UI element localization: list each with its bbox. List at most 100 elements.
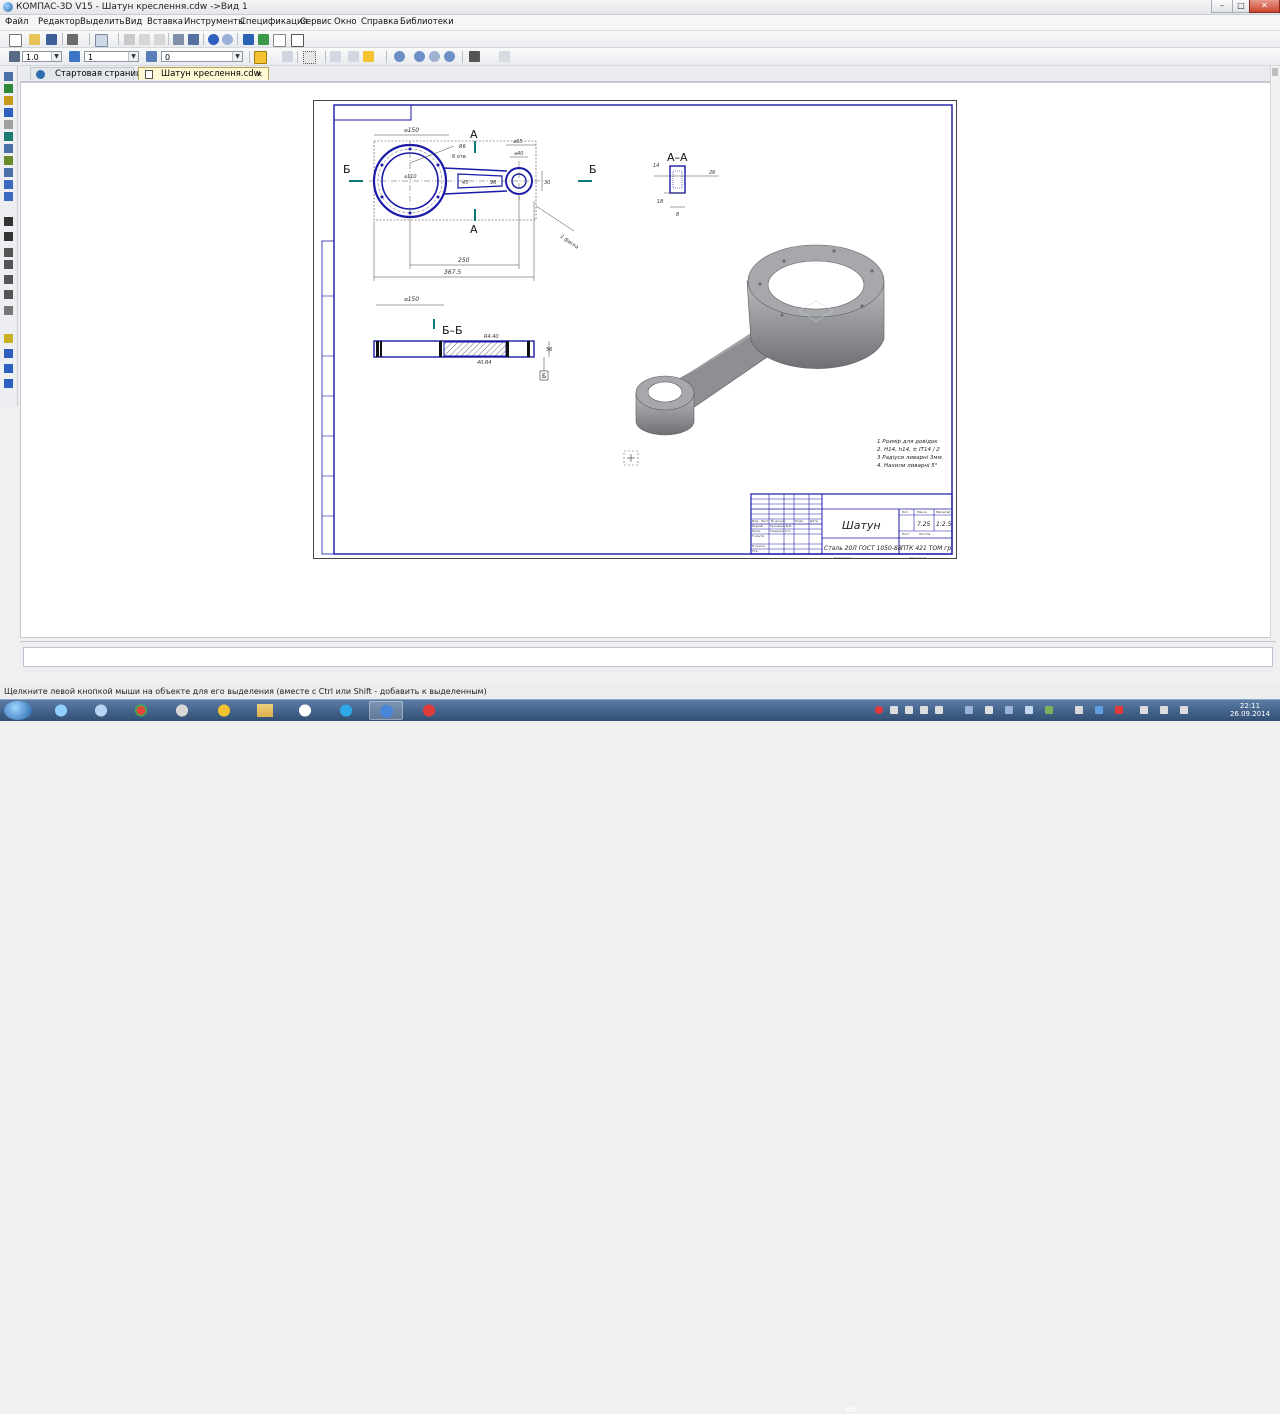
autocad-icon[interactable] bbox=[288, 701, 322, 720]
letter-tool-icon[interactable] bbox=[4, 275, 13, 284]
tab-drawing[interactable]: Шатун креслення.cdw ✕ bbox=[138, 67, 269, 80]
menu-help[interactable]: Справка bbox=[361, 17, 398, 28]
tray-icon[interactable] bbox=[1025, 706, 1033, 714]
angle-tool-icon[interactable] bbox=[4, 248, 13, 257]
help-pointer-icon[interactable] bbox=[291, 34, 304, 47]
tray-icon[interactable] bbox=[905, 706, 913, 714]
kompas-app-icon[interactable] bbox=[3, 2, 13, 12]
menu-insert[interactable]: Вставка bbox=[147, 17, 183, 28]
cursor-step-icon[interactable] bbox=[9, 51, 20, 62]
fx-icon[interactable] bbox=[273, 34, 286, 47]
norton-icon[interactable] bbox=[207, 701, 241, 720]
menu-specification[interactable]: Спецификация bbox=[240, 17, 308, 28]
menu-select[interactable]: Выделить bbox=[80, 17, 125, 28]
tray-icon[interactable] bbox=[935, 706, 943, 714]
close-tab-icon[interactable]: ✕ bbox=[256, 68, 263, 81]
tray-icon[interactable] bbox=[1045, 706, 1053, 714]
drawing-sheet[interactable]: ⌀150 R6 6 отв. ⌀110 ⌀65 ⌀40 30 45 96 1 ф… bbox=[313, 100, 957, 560]
tray-icon[interactable] bbox=[985, 706, 993, 714]
size-tool-icon[interactable] bbox=[4, 84, 13, 93]
table-tool-icon[interactable] bbox=[4, 232, 13, 241]
geometry-tool-icon[interactable] bbox=[4, 72, 13, 81]
minimize-button[interactable]: – bbox=[1211, 0, 1233, 13]
menu-service[interactable]: Сервис bbox=[300, 17, 332, 28]
close-button[interactable]: ✕ bbox=[1249, 0, 1280, 13]
menu-editor[interactable]: Редактор bbox=[38, 17, 80, 28]
tray-icon[interactable] bbox=[1095, 706, 1103, 714]
report-tool-icon[interactable] bbox=[4, 168, 13, 177]
zoom-window-icon[interactable] bbox=[394, 51, 405, 62]
bracket-tool-icon[interactable] bbox=[4, 379, 13, 388]
opera-icon[interactable] bbox=[412, 701, 446, 720]
tab-start-page[interactable]: Стартовая страница bbox=[30, 67, 147, 80]
taskbar-clock[interactable]: 22:11 26.09.2014 bbox=[1222, 702, 1278, 718]
tray-icon[interactable] bbox=[890, 706, 898, 714]
pan-icon[interactable] bbox=[499, 51, 510, 62]
round-icon[interactable] bbox=[348, 51, 359, 62]
text-tool-icon[interactable] bbox=[4, 217, 13, 226]
scroll-up-arrow-icon[interactable] bbox=[1272, 68, 1278, 76]
skype-icon[interactable] bbox=[329, 701, 363, 720]
solidworks-icon[interactable] bbox=[165, 701, 199, 720]
property-field[interactable] bbox=[23, 647, 1273, 667]
properties-icon[interactable] bbox=[173, 34, 184, 45]
orthogonal-icon[interactable] bbox=[330, 51, 341, 62]
paste-icon[interactable] bbox=[154, 34, 165, 45]
chevron-down-icon[interactable]: ▼ bbox=[51, 52, 61, 61]
vertical-scrollbar[interactable] bbox=[1270, 66, 1279, 638]
redo-icon[interactable] bbox=[222, 34, 233, 45]
zoom-out-icon[interactable] bbox=[429, 51, 440, 62]
view-tool-icon[interactable] bbox=[4, 192, 13, 201]
measure-tool-icon[interactable] bbox=[4, 132, 13, 141]
kompas-active-task[interactable] bbox=[369, 701, 403, 720]
tray-icon[interactable] bbox=[1005, 706, 1013, 714]
variables-icon[interactable] bbox=[258, 34, 269, 45]
undo-icon[interactable] bbox=[208, 34, 219, 45]
network-icon[interactable] bbox=[1140, 706, 1148, 714]
point-tool-icon[interactable] bbox=[4, 349, 13, 358]
language-indicator[interactable]: EN bbox=[846, 1405, 857, 1414]
view-icon[interactable] bbox=[146, 51, 157, 62]
view-combo[interactable]: 0 ▼ bbox=[161, 51, 243, 62]
chrome-icon[interactable] bbox=[124, 701, 158, 720]
tray-icon[interactable] bbox=[1075, 706, 1083, 714]
open-folder-icon[interactable] bbox=[29, 34, 40, 45]
menu-view[interactable]: Вид bbox=[125, 17, 142, 28]
menu-libraries[interactable]: Библиотеки bbox=[400, 17, 454, 28]
curve-tool-icon[interactable] bbox=[4, 364, 13, 373]
insert-tool-icon[interactable] bbox=[4, 180, 13, 189]
line-tool-icon[interactable] bbox=[4, 260, 13, 269]
kompas-taskbar-icon[interactable] bbox=[84, 701, 118, 720]
refresh-icon[interactable] bbox=[469, 51, 480, 62]
font-tool-icon[interactable] bbox=[4, 290, 13, 299]
edit-tool-icon[interactable] bbox=[4, 108, 13, 117]
tray-icon[interactable] bbox=[920, 706, 928, 714]
library-icon[interactable] bbox=[188, 34, 199, 45]
preview-icon[interactable] bbox=[95, 34, 108, 47]
tray-record-icon[interactable] bbox=[875, 706, 883, 714]
parametrize-icon[interactable] bbox=[363, 51, 374, 62]
rough-tool-icon[interactable] bbox=[4, 306, 13, 315]
menu-window[interactable]: Окно bbox=[334, 17, 357, 28]
new-document-icon[interactable] bbox=[9, 34, 22, 47]
start-orb-icon[interactable] bbox=[4, 701, 32, 720]
tray-icon[interactable] bbox=[1115, 706, 1123, 714]
save-icon[interactable] bbox=[46, 34, 57, 45]
layer-combo[interactable]: 1 ▼ bbox=[84, 51, 139, 62]
snap-icon[interactable] bbox=[254, 51, 267, 64]
notation-tool-icon[interactable] bbox=[4, 96, 13, 105]
menu-tools[interactable]: Инструменты bbox=[184, 17, 245, 28]
zoom-in-icon[interactable] bbox=[414, 51, 425, 62]
cut-icon[interactable] bbox=[124, 34, 135, 45]
layer-icon[interactable] bbox=[69, 51, 80, 62]
print-icon[interactable] bbox=[67, 34, 78, 45]
manager-icon[interactable] bbox=[243, 34, 254, 45]
scale-combo[interactable]: 1.0 ▼ bbox=[22, 51, 62, 62]
tray-icon[interactable] bbox=[965, 706, 973, 714]
maximize-button[interactable]: □ bbox=[1232, 0, 1250, 13]
explorer-folder-icon[interactable] bbox=[248, 701, 282, 720]
local-cs-icon[interactable] bbox=[282, 51, 293, 62]
menu-file[interactable]: Файл bbox=[5, 17, 28, 28]
zoom-all-icon[interactable] bbox=[444, 51, 455, 62]
spec-tool-icon[interactable] bbox=[4, 156, 13, 165]
